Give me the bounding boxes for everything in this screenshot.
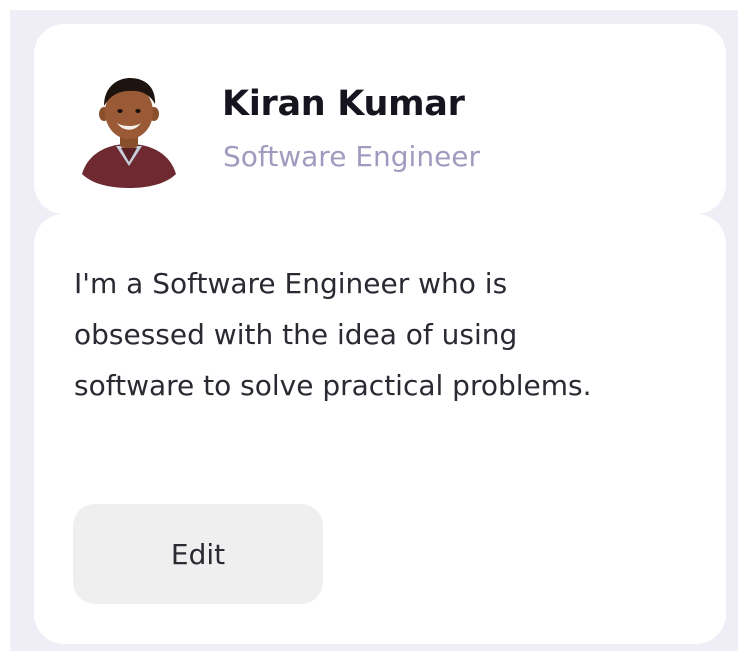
profile-name: Kiran Kumar: [222, 84, 465, 124]
edit-button[interactable]: Edit: [73, 504, 323, 604]
bio-text: I'm a Software Engineer who is obsessed …: [74, 267, 592, 402]
page-background: Kiran Kumar Software Engineer I'm a Soft…: [10, 10, 738, 651]
profile-header-card: Kiran Kumar Software Engineer: [34, 24, 726, 214]
avatar: [82, 78, 176, 188]
about-card: I'm a Software Engineer who is obsessed …: [34, 214, 726, 644]
profile-title: Software Engineer: [223, 140, 481, 173]
